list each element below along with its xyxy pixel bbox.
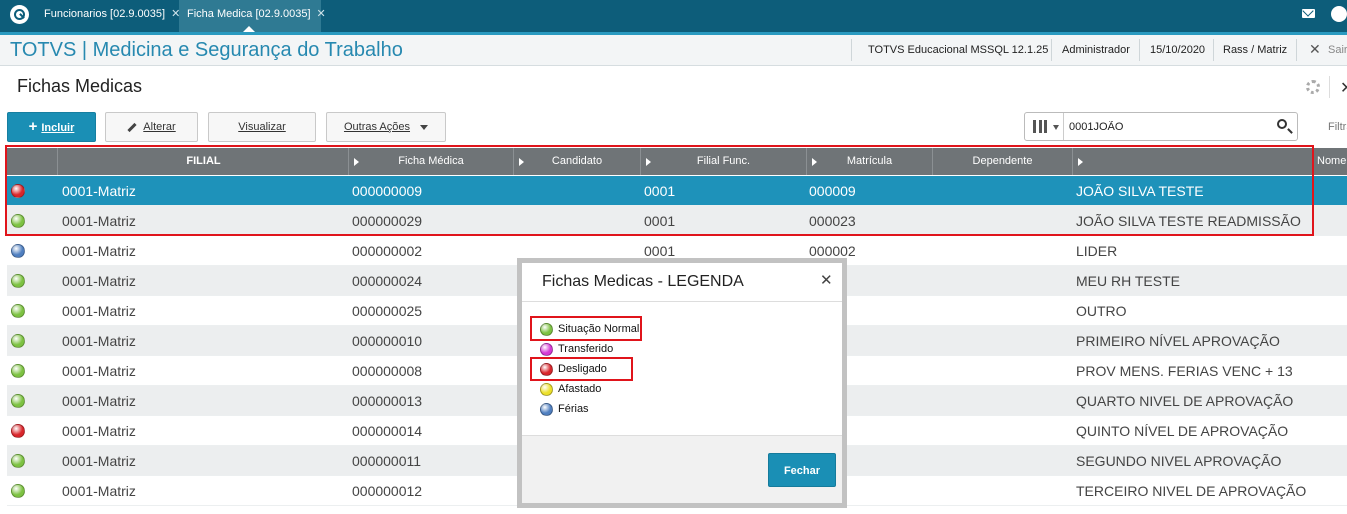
tab-funcionarios[interactable]: Funcionarios [02.9.0035] ✕	[36, 0, 180, 32]
cell-ficha-medica: 000000024	[352, 273, 423, 289]
column-header-nome[interactable]: Nome	[1313, 148, 1347, 175]
search-box	[1024, 112, 1298, 141]
cell-nome: OUTRO	[1076, 303, 1127, 319]
app-title: TOTVS | Medicina e Segurança do Trabalho	[10, 39, 403, 61]
divider	[1051, 39, 1052, 61]
other-actions-button[interactable]: Outras Ações	[326, 112, 446, 142]
filter-link[interactable]: Filtra	[1328, 121, 1347, 133]
cell-filial: 0001-Matriz	[62, 393, 136, 409]
edit-label: Alterar	[143, 121, 176, 133]
close-button[interactable]: Fechar	[768, 453, 836, 487]
divider	[1063, 113, 1064, 140]
status-dot-icon	[11, 364, 25, 378]
view-label: Visualizar	[238, 121, 286, 133]
close-icon[interactable]: ✕	[317, 8, 326, 20]
totvs-logo-icon[interactable]	[10, 5, 29, 24]
status-dot-icon	[11, 274, 25, 288]
cell-ficha-medica: 000000014	[352, 423, 423, 439]
tab-label: Funcionarios [02.9.0035]	[44, 8, 166, 20]
cell-filial: 0001-Matriz	[62, 453, 136, 469]
edit-button[interactable]: Alterar	[105, 112, 198, 142]
close-icon[interactable]: ✕	[820, 271, 833, 289]
branch-label[interactable]: Rass / Matriz	[1223, 44, 1287, 56]
cell-filial-func: 0001	[644, 243, 676, 259]
legend-label: Transferido	[558, 343, 614, 355]
user-label[interactable]: Administrador	[1062, 44, 1130, 56]
page-title: Fichas Medicas	[17, 76, 143, 96]
exit-label[interactable]: Sair	[1328, 44, 1347, 56]
divider	[1296, 39, 1297, 61]
divider	[1213, 39, 1214, 61]
divider	[522, 301, 842, 302]
legend-dot-icon	[540, 343, 553, 356]
cell-nome: QUINTO NÍVEL DE APROVAÇÃO	[1076, 423, 1289, 439]
modal-footer: Fechar	[522, 435, 842, 503]
status-dot-icon	[11, 484, 25, 498]
cell-ficha-medica: 000000013	[352, 393, 423, 409]
search-input[interactable]	[1069, 118, 1259, 135]
status-dot-icon	[11, 424, 25, 438]
cell-filial: 0001-Matriz	[62, 273, 136, 289]
cell-ficha-medica: 000000025	[352, 303, 423, 319]
status-dot-icon	[11, 394, 25, 408]
view-button[interactable]: Visualizar	[208, 112, 316, 142]
cell-nome: MEU RH TESTE	[1076, 273, 1180, 289]
tab-label: Ficha Medica [02.9.0035]	[187, 8, 311, 20]
cell-ficha-medica: 000000012	[352, 483, 423, 499]
divider	[1139, 39, 1140, 61]
cell-filial: 0001-Matriz	[62, 423, 136, 439]
include-label: Incluir	[41, 122, 75, 134]
legend-label: Férias	[558, 403, 589, 415]
highlight-box	[530, 357, 633, 381]
cell-nome: SEGUNDO NIVEL APROVAÇÃO	[1076, 453, 1282, 469]
legend-label: Afastado	[558, 383, 602, 395]
cell-matricula: 000002	[809, 243, 856, 259]
divider	[1329, 76, 1330, 98]
columns-icon[interactable]	[1033, 120, 1047, 133]
highlight-box	[5, 145, 1314, 236]
cell-filial: 0001-Matriz	[62, 303, 136, 319]
modal-title: Fichas Medicas - LEGENDA	[542, 273, 744, 290]
user-icon[interactable]	[1331, 6, 1347, 22]
cell-nome: QUARTO NIVEL DE APROVAÇÃO	[1076, 393, 1294, 409]
include-button[interactable]: + Incluir	[7, 112, 96, 142]
cell-filial: 0001-Matriz	[62, 483, 136, 499]
cell-filial: 0001-Matriz	[62, 333, 136, 349]
chevron-down-icon	[420, 124, 429, 130]
status-dot-icon	[11, 334, 25, 348]
gear-icon[interactable]	[1306, 80, 1320, 94]
mail-icon[interactable]	[1302, 9, 1315, 18]
search-icon[interactable]	[1277, 119, 1287, 129]
tab-ficha-medica[interactable]: Ficha Medica [02.9.0035] ✕	[179, 0, 326, 32]
status-dot-icon	[11, 454, 25, 468]
cell-ficha-medica: 000000008	[352, 363, 423, 379]
exit-icon[interactable]: ✕	[1309, 41, 1321, 58]
status-dot-icon	[11, 304, 25, 318]
status-dot-icon	[11, 244, 25, 258]
divider	[851, 39, 852, 61]
legend-dot-icon	[540, 403, 553, 416]
legend-dot-icon	[540, 383, 553, 396]
plus-icon: +	[28, 118, 38, 135]
app-header: TOTVS | Medicina e Segurança do Trabalho…	[0, 32, 1347, 66]
environment-label: TOTVS Educacional MSSQL 12.1.25	[868, 44, 1049, 56]
pencil-icon	[127, 122, 137, 132]
chevron-down-icon[interactable]	[1053, 125, 1059, 130]
cell-ficha-medica: 000000010	[352, 333, 423, 349]
legend-modal: Fichas Medicas - LEGENDA ✕ Situação Norm…	[522, 263, 842, 503]
cell-filial: 0001-Matriz	[62, 243, 136, 259]
cell-ficha-medica: 000000002	[352, 243, 423, 259]
close-icon[interactable]: ✕	[1340, 78, 1347, 98]
top-tab-bar: Funcionarios [02.9.0035] ✕ Ficha Medica […	[0, 0, 1347, 32]
date-label[interactable]: 15/10/2020	[1150, 44, 1205, 56]
cell-ficha-medica: 000000011	[352, 453, 422, 469]
cell-filial: 0001-Matriz	[62, 363, 136, 379]
highlight-box	[530, 316, 642, 341]
cell-nome: PROV MENS. FERIAS VENC + 13	[1076, 363, 1293, 379]
other-actions-label: Outras Ações	[343, 121, 411, 133]
cell-nome: TERCEIRO NIVEL DE APROVAÇÃO	[1076, 483, 1307, 499]
cell-nome: PRIMEIRO NÍVEL APROVAÇÃO	[1076, 333, 1280, 349]
cell-nome: LIDER	[1076, 243, 1118, 259]
